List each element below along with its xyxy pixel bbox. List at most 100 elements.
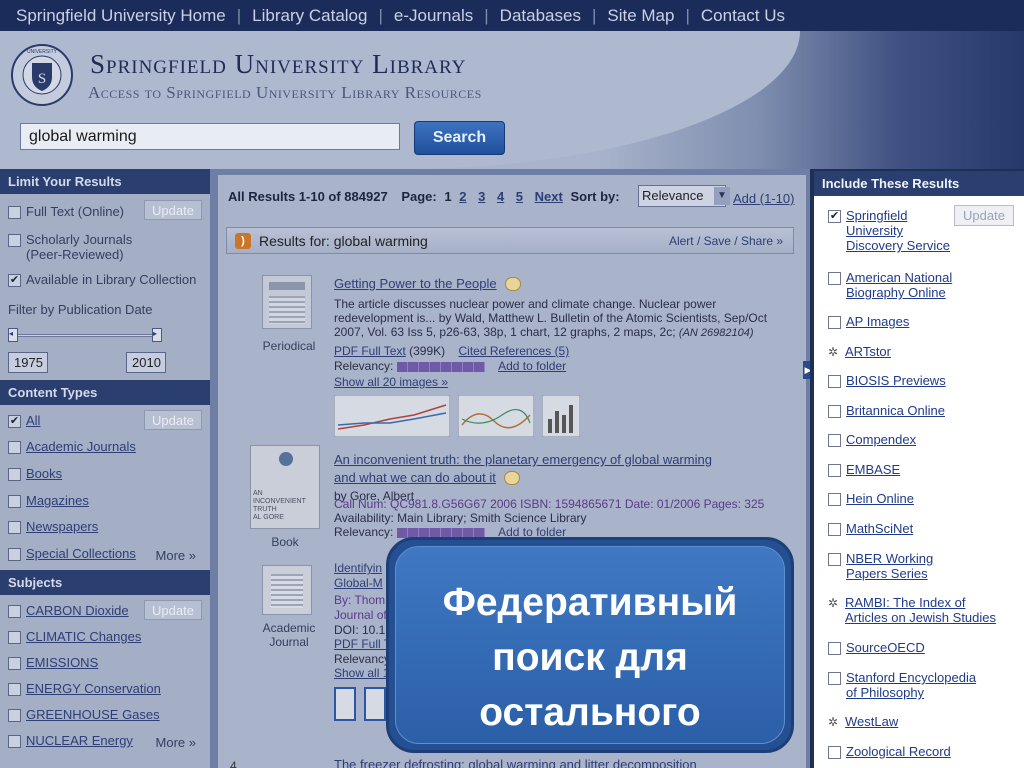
checkbox[interactable] [8,234,21,247]
alert-save-share-link[interactable]: Alert / Save / Share » [669,234,783,248]
checkbox[interactable] [828,405,841,418]
checkbox[interactable]: ✔ [8,415,21,428]
database-link[interactable]: Zoological Record [846,744,951,759]
limit-scholarly[interactable]: Scholarly Journals (Peer-Reviewed) [0,232,210,264]
preview-icon[interactable] [505,276,522,291]
slider-handle-end[interactable]: ▸ [152,328,162,342]
checkbox[interactable] [828,642,841,655]
database-item[interactable]: BIOSIS Previews [828,373,946,388]
search-button[interactable]: Search [414,121,505,155]
graph-thumbnail[interactable] [458,395,534,437]
result-title-link[interactable]: An inconvenient truth: the planetary eme… [334,452,712,485]
checkbox[interactable] [8,441,21,454]
content-type-special[interactable]: Special Collections More » [0,546,210,570]
subject-climatic[interactable]: CLIMATIC Changes [0,629,210,655]
database-item[interactable]: ✔ Springfield University Discovery Servic… [828,208,950,253]
subject-label[interactable]: ENERGY Conservation [26,681,161,696]
update-button[interactable]: Update [144,200,202,220]
add-results-link[interactable]: Add (1-10) [733,191,794,206]
date-from-field[interactable]: 1975 [8,352,48,373]
more-subjects-link[interactable]: More » [156,735,196,750]
bar-thumbnail[interactable] [542,395,580,437]
database-item[interactable]: EMBASE [828,462,900,477]
pdf-full-text-link[interactable]: PDF Full T [334,637,391,651]
database-link[interactable]: Stanford Encyclopedia of Philosophy [846,670,976,700]
show-images-link[interactable]: Show all 20 images » [334,375,448,389]
database-link[interactable]: WestLaw [845,714,898,729]
database-link[interactable]: Hein Online [846,491,914,506]
rss-icon[interactable]: ) [235,233,251,249]
update-button[interactable]: Update [144,600,202,620]
content-type-magazines[interactable]: Magazines [0,493,210,519]
checkbox[interactable] [8,495,21,508]
update-button[interactable]: Update [954,205,1014,226]
checkbox[interactable] [8,521,21,534]
content-type-label[interactable]: Academic Journals [26,439,136,454]
checkbox[interactable] [828,523,841,536]
sort-select[interactable]: Relevance [638,185,726,207]
database-link[interactable]: MathSciNet [846,521,913,536]
checkbox[interactable] [828,434,841,447]
database-item[interactable]: ✲ RAMBI: The Index of Articles on Jewish … [828,595,996,625]
page-link-4[interactable]: 4 [497,189,504,204]
subject-label[interactable]: GREENHOUSE Gases [26,707,160,722]
database-item[interactable]: Compendex [828,432,916,447]
checkbox[interactable] [8,631,21,644]
checkbox[interactable]: ✔ [828,210,841,223]
next-page-link[interactable]: Next [535,189,563,204]
checkbox[interactable] [828,464,841,477]
checkbox[interactable] [8,468,21,481]
subject-carbon[interactable]: CARBON Dioxide Update [0,600,210,629]
subject-label[interactable]: CARBON Dioxide [26,603,129,618]
content-type-label[interactable]: Magazines [26,493,89,508]
database-link[interactable]: Britannica Online [846,403,945,418]
database-item[interactable]: ✲ WestLaw [828,714,898,729]
checkbox[interactable] [828,672,841,685]
more-content-types-link[interactable]: More » [156,548,196,563]
content-type-label[interactable]: All [26,413,40,428]
pdf-full-text-link[interactable]: PDF Full Text [334,344,406,358]
checkbox[interactable] [828,493,841,506]
subject-emissions[interactable]: EMISSIONS [0,655,210,681]
result-title-link-cont[interactable]: Global-M [334,576,383,590]
nav-link-contact[interactable]: Contact Us [701,6,785,26]
limit-available[interactable]: ✔ Available in Library Collection [0,272,210,294]
database-link[interactable]: EMBASE [846,462,900,477]
subject-energy[interactable]: ENERGY Conservation [0,681,210,707]
checkbox[interactable] [828,316,841,329]
database-item[interactable]: SourceOECD [828,640,925,655]
database-link[interactable]: Springfield University Discovery Service [846,208,950,253]
database-link[interactable]: ARTstor [845,344,891,359]
subject-label[interactable]: CLIMATIC Changes [26,629,141,644]
database-item[interactable]: AP Images [828,314,909,329]
nav-link-catalog[interactable]: Library Catalog [252,6,367,26]
cited-references-link[interactable]: Cited References (5) [459,344,570,358]
subject-label[interactable]: NUCLEAR Energy [26,733,133,748]
content-type-label[interactable]: Special Collections [26,546,136,561]
database-item[interactable]: Hein Online [828,491,914,506]
database-item[interactable]: NBER Working Papers Series [828,551,933,581]
database-item[interactable]: Zoological Record [828,744,951,759]
checkbox[interactable] [828,375,841,388]
chart-thumbnail[interactable] [334,395,450,437]
checkbox[interactable] [8,605,21,618]
database-item[interactable]: MathSciNet [828,521,913,536]
result-title-link[interactable]: Getting Power to the People [334,276,497,291]
database-item[interactable]: Stanford Encyclopedia of Philosophy [828,670,976,700]
update-button[interactable]: Update [144,410,202,430]
page-link-2[interactable]: 2 [459,189,466,204]
database-link[interactable]: NBER Working Papers Series [846,551,933,581]
database-link[interactable]: RAMBI: The Index of Articles on Jewish S… [845,595,996,625]
content-type-newspapers[interactable]: Newspapers [0,519,210,546]
result-title-link[interactable]: The freezer defrosting: global warming a… [334,757,697,768]
preview-icon[interactable] [504,470,521,485]
subject-greenhouse[interactable]: GREENHOUSE Gases [0,707,210,733]
database-item[interactable]: ✲ ARTstor [828,344,891,359]
nav-link-sitemap[interactable]: Site Map [607,6,674,26]
checkbox[interactable] [8,206,21,219]
database-link[interactable]: BIOSIS Previews [846,373,946,388]
content-type-label[interactable]: Books [26,466,62,481]
date-to-field[interactable]: 2010 [126,352,166,373]
date-range-slider[interactable]: ◂ ▸ [0,324,210,348]
database-link[interactable]: AP Images [846,314,909,329]
